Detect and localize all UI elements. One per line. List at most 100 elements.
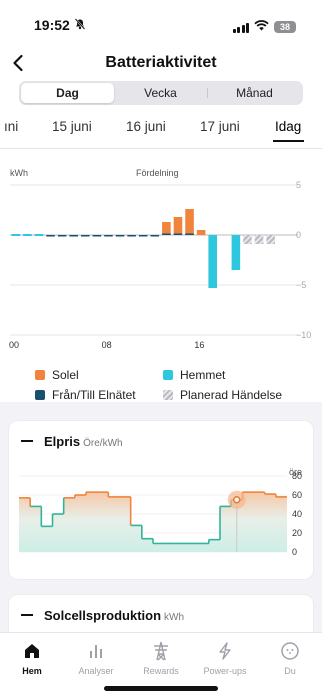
status-time: 19:52	[34, 17, 70, 33]
x-tick-label: 08	[102, 340, 112, 350]
bar-från-till-elnätet[interactable]	[150, 235, 160, 237]
tab-label: Analyser	[78, 666, 114, 676]
legend-swatch	[163, 370, 173, 380]
legend-item-hemmet: Hemmet	[163, 368, 225, 382]
bar-från-till-elnätet[interactable]	[115, 235, 125, 237]
solcell-card-header: Solcellsproduktion kWh	[21, 608, 184, 623]
price-y-tick: 80	[292, 471, 302, 481]
tab-du[interactable]: Du	[258, 641, 322, 676]
tab-label: Power-ups	[203, 666, 247, 676]
date-item[interactable]: 15 juni	[52, 119, 92, 134]
date-item-today[interactable]: Idag	[275, 119, 301, 134]
date-strip: ıni 15 juni 16 juni 17 juni Idag	[0, 114, 322, 144]
bar-solel[interactable]	[162, 222, 171, 235]
battery-icon: 38	[274, 21, 296, 33]
bar-planerad-händelse[interactable]	[254, 235, 264, 244]
legend-swatch	[35, 370, 45, 380]
page-title: Batteriaktivitet	[105, 54, 217, 71]
legend-label: Planerad Händelse	[180, 388, 283, 402]
tab-hem[interactable]: Hem	[0, 641, 64, 676]
bar-hemmet[interactable]	[34, 234, 44, 236]
bar-hemmet[interactable]	[231, 235, 241, 270]
bar-från-till-elnätet[interactable]	[138, 235, 148, 237]
bar-från-till-elnätet[interactable]	[173, 233, 183, 236]
signal-icon	[232, 22, 249, 33]
y-tick-label: −10	[296, 330, 311, 340]
y-tick-label: 5	[296, 180, 301, 190]
battery-chart: kWh Fördelning 5 0 −5 −10 00 08 16	[0, 160, 322, 360]
y-tick-label: −5	[296, 280, 306, 290]
date-item[interactable]: ıni	[4, 119, 18, 134]
elpris-title: Elpris	[44, 434, 81, 449]
bar-hemmet[interactable]	[11, 234, 21, 236]
bar-planerad-händelse[interactable]	[266, 235, 275, 244]
bar-chart-icon	[64, 641, 128, 661]
collapse-dash-icon[interactable]	[21, 440, 33, 442]
segment-month[interactable]: Månad	[208, 83, 301, 103]
chart-ylabel: kWh	[10, 168, 28, 178]
bar-hemmet[interactable]	[23, 234, 32, 236]
header: Batteriaktivitet	[0, 45, 322, 81]
elpris-card[interactable]: Elpris Öre/kWh öre 80 60 40 20 0	[8, 420, 314, 580]
home-indicator	[104, 686, 218, 691]
bell-off-icon	[74, 18, 86, 33]
power-tower-icon	[129, 641, 193, 661]
bar-solel[interactable]	[196, 230, 206, 235]
legend-label: Solel	[52, 368, 79, 382]
date-item[interactable]: 17 juni	[200, 119, 240, 134]
chart-title: Fördelning	[136, 168, 179, 178]
tab-rewards[interactable]: Rewards	[129, 641, 193, 676]
price-y-tick: 20	[292, 528, 302, 538]
segment-week[interactable]: Vecka	[114, 83, 207, 103]
profile-face-icon	[258, 641, 322, 661]
lightning-icon	[193, 641, 257, 661]
date-item[interactable]: 16 juni	[126, 119, 166, 134]
bar-solel[interactable]	[173, 217, 183, 235]
status-indicators: 38	[232, 18, 296, 36]
solcell-title: Solcellsproduktion	[44, 608, 162, 623]
elpris-card-header: Elpris Öre/kWh	[21, 434, 123, 449]
bar-från-till-elnätet[interactable]	[104, 235, 113, 237]
solcell-unit: kWh	[164, 612, 185, 623]
bar-från-till-elnätet[interactable]	[57, 235, 67, 237]
tab-analyser[interactable]: Analyser	[64, 641, 128, 676]
y-tick-label: 0	[296, 230, 301, 240]
price-y-tick: 60	[292, 490, 302, 500]
tab-label: Rewards	[143, 666, 179, 676]
bar-från-till-elnätet[interactable]	[92, 235, 102, 237]
x-tick-label: 16	[194, 340, 204, 350]
tab-power-ups[interactable]: Power-ups	[193, 641, 257, 676]
collapse-dash-icon[interactable]	[21, 614, 33, 616]
price-y-tick: 40	[292, 509, 302, 519]
wifi-icon	[254, 18, 269, 36]
x-tick-label: 00	[9, 340, 19, 350]
elpris-unit: Öre/kWh	[83, 438, 123, 449]
bar-hemmet[interactable]	[208, 235, 217, 288]
legend-item-solel: Solel	[35, 368, 79, 382]
home-icon	[0, 641, 64, 661]
legend-item-elnatet: Från/Till Elnätet	[35, 388, 136, 402]
legend-item-planerad: Planerad Händelse	[163, 388, 282, 402]
tab-label: Hem	[22, 666, 42, 676]
divider	[0, 148, 322, 149]
legend-swatch	[35, 390, 45, 400]
bar-från-till-elnätet[interactable]	[46, 235, 55, 237]
battery-chart-svg: kWh Fördelning 5 0 −5 −10 00 08 16	[9, 168, 311, 350]
legend-swatch	[163, 390, 173, 400]
bar-från-till-elnätet[interactable]	[162, 233, 171, 236]
legend-label: Från/Till Elnätet	[52, 388, 136, 402]
segment-day[interactable]: Dag	[21, 83, 114, 103]
elpris-chart-svg: öre 806040200	[19, 467, 302, 557]
bar-från-till-elnätet[interactable]	[185, 233, 194, 236]
selected-date-underline	[273, 140, 304, 142]
price-marker[interactable]	[233, 496, 241, 504]
legend-label: Hemmet	[180, 368, 226, 382]
bar-från-till-elnätet[interactable]	[69, 235, 78, 237]
tab-label: Du	[284, 666, 296, 676]
price-y-tick: 0	[292, 547, 297, 557]
period-segmented-control: Dag Vecka Månad	[19, 81, 303, 105]
bar-från-till-elnätet[interactable]	[81, 235, 90, 237]
bar-planerad-händelse[interactable]	[243, 235, 252, 244]
bar-solel[interactable]	[185, 209, 194, 235]
bar-från-till-elnätet[interactable]	[127, 235, 136, 237]
